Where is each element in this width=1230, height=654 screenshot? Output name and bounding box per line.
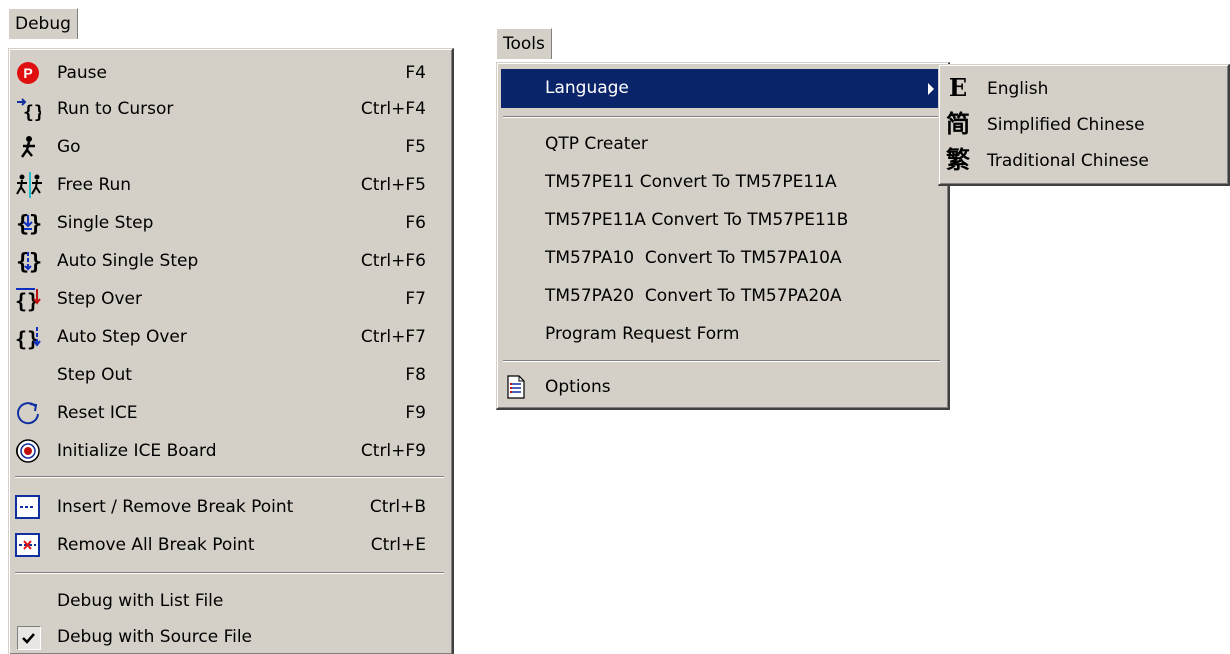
- debug-menu: P Pause F4 {} Run to Cursor Ctrl+F4 Go F…: [8, 48, 454, 654]
- menu-item-english[interactable]: E English: [943, 71, 1222, 107]
- menu-item-reset-ice[interactable]: Reset ICE F9: [13, 396, 446, 430]
- menu-item-qtp-creater[interactable]: QTP Creater: [501, 125, 942, 164]
- menu-separator: [15, 572, 444, 574]
- menu-item-traditional-chinese[interactable]: 繁 Traditional Chinese: [943, 143, 1222, 179]
- menu-item-convert-pe11a-pe11b[interactable]: TM57PE11A Convert To TM57PE11B: [501, 201, 942, 240]
- single-step-icon: {}: [15, 210, 42, 237]
- menu-separator: [503, 360, 940, 362]
- initialize-board-icon: [15, 438, 41, 464]
- shortcut-label: Ctrl+F5: [360, 175, 426, 195]
- shortcut-label: Ctrl+F7: [360, 327, 426, 347]
- auto-step-over-icon: {}: [15, 324, 41, 351]
- simplified-chinese-icon: 简: [945, 111, 971, 137]
- svg-text:{}: {}: [23, 102, 41, 122]
- menu-item-label: Debug with List File: [57, 591, 224, 611]
- menu-item-run-to-cursor[interactable]: {} Run to Cursor Ctrl+F4: [13, 92, 446, 126]
- menu-item-label: English: [987, 79, 1049, 99]
- menu-item-label: Step Out: [57, 365, 132, 385]
- menu-item-label: Reset ICE: [57, 403, 138, 423]
- menu-item-free-run[interactable]: Free Run Ctrl+F5: [13, 168, 446, 202]
- shortcut-label: Ctrl+F4: [360, 99, 426, 119]
- menu-item-label: TM57PE11A Convert To TM57PE11B: [545, 210, 849, 230]
- shortcut-label: F4: [405, 63, 426, 83]
- menu-item-label: Traditional Chinese: [987, 151, 1149, 171]
- menu-item-auto-step-over[interactable]: {} Auto Step Over Ctrl+F7: [13, 320, 446, 354]
- traditional-chinese-icon: 繁: [945, 147, 971, 173]
- shortcut-label: Ctrl+F6: [360, 251, 426, 271]
- menu-item-label: TM57PE11 Convert To TM57PE11A: [545, 172, 837, 192]
- menu-item-label: TM57PA10 Convert To TM57PA10A: [545, 248, 842, 268]
- menu-item-single-step[interactable]: {} Single Step F6: [13, 206, 446, 240]
- reset-icon: [15, 400, 41, 426]
- menu-item-label: Free Run: [57, 175, 132, 195]
- menu-item-simplified-chinese[interactable]: 简 Simplified Chinese: [943, 107, 1222, 143]
- tools-menu: Language QTP Creater TM57PE11 Convert To…: [496, 62, 950, 410]
- menu-item-step-out[interactable]: Step Out F8: [13, 358, 446, 392]
- menu-item-label: QTP Creater: [545, 134, 648, 154]
- menu-item-pause[interactable]: P Pause F4: [13, 56, 446, 90]
- shortcut-label: Ctrl+E: [370, 535, 426, 555]
- run-to-cursor-icon: {}: [15, 96, 45, 123]
- remove-breakpoints-icon: [15, 532, 41, 558]
- menu-item-go[interactable]: Go F5: [13, 130, 446, 164]
- menu-item-convert-pe11-pe11a[interactable]: TM57PE11 Convert To TM57PE11A: [501, 163, 942, 202]
- menu-item-label: Auto Step Over: [57, 327, 187, 347]
- menu-item-debug-with-list-file[interactable]: Debug with List File: [13, 584, 446, 618]
- svg-text:}: }: [29, 250, 41, 274]
- menu-item-label: Program Request Form: [545, 324, 740, 344]
- menu-item-label: Insert / Remove Break Point: [57, 497, 294, 517]
- options-icon: [505, 375, 531, 401]
- menu-item-debug-with-source-file[interactable]: Debug with Source File: [13, 620, 446, 654]
- menu-item-label: Go: [57, 137, 81, 157]
- traditional-chinese-glyph: 繁: [946, 145, 970, 174]
- menu-item-label: Step Over: [57, 289, 142, 309]
- menu-item-language[interactable]: Language: [501, 69, 944, 108]
- menu-item-label: Single Step: [57, 213, 154, 233]
- shortcut-label: F7: [405, 289, 426, 309]
- menu-item-label: Options: [545, 377, 611, 397]
- menu-item-program-request-form[interactable]: Program Request Form: [501, 315, 942, 354]
- auto-single-step-icon: {}: [15, 248, 42, 275]
- shortcut-label: Ctrl+B: [369, 497, 426, 517]
- menu-item-convert-pa10-pa10a[interactable]: TM57PA10 Convert To TM57PA10A: [501, 239, 942, 278]
- english-icon: E: [945, 75, 971, 101]
- menu-item-label: Run to Cursor: [57, 99, 174, 119]
- debug-menu-title[interactable]: Debug: [8, 8, 78, 39]
- menu-item-initialize-ice-board[interactable]: Initialize ICE Board Ctrl+F9: [13, 434, 446, 468]
- menu-item-label: Pause: [57, 63, 107, 83]
- language-submenu: E English 简 Simplified Chinese 繁 Traditi…: [938, 64, 1230, 186]
- step-over-icon: {}: [15, 286, 41, 313]
- shortcut-label: Ctrl+F9: [360, 441, 426, 461]
- pause-icon: P: [15, 60, 41, 86]
- menu-item-label: Language: [545, 78, 629, 98]
- free-run-icon: [15, 172, 42, 198]
- submenu-arrow-icon: [928, 83, 934, 95]
- menu-item-label: Auto Single Step: [57, 251, 199, 271]
- menu-item-label: Debug with Source File: [57, 627, 253, 647]
- menu-item-options[interactable]: Options: [501, 368, 942, 407]
- simplified-chinese-glyph: 简: [946, 109, 970, 138]
- menu-item-label: Simplified Chinese: [987, 115, 1145, 135]
- menu-item-step-over[interactable]: {} Step Over F7: [13, 282, 446, 316]
- menu-item-label: Remove All Break Point: [57, 535, 255, 555]
- go-runner-icon: [15, 134, 41, 160]
- menu-separator: [15, 476, 444, 478]
- english-glyph: E: [948, 73, 968, 102]
- breakpoint-icon: [15, 494, 41, 520]
- shortcut-label: F9: [405, 403, 426, 423]
- tools-menu-title[interactable]: Tools: [496, 28, 552, 59]
- menu-item-convert-pa20-pa20a[interactable]: TM57PA20 Convert To TM57PA20A: [501, 277, 942, 316]
- menu-item-insert-remove-breakpoint[interactable]: Insert / Remove Break Point Ctrl+B: [13, 490, 446, 524]
- menu-separator: [503, 116, 940, 118]
- menu-item-auto-single-step[interactable]: {} Auto Single Step Ctrl+F6: [13, 244, 446, 278]
- menu-item-remove-all-breakpoints[interactable]: Remove All Break Point Ctrl+E: [13, 528, 446, 562]
- svg-text:P: P: [23, 65, 32, 81]
- menu-item-label: Initialize ICE Board: [57, 441, 217, 461]
- shortcut-label: F5: [405, 137, 426, 157]
- svg-text:{}: {}: [15, 327, 39, 350]
- shortcut-label: F8: [405, 365, 426, 385]
- menu-item-label: TM57PA20 Convert To TM57PA20A: [545, 286, 842, 306]
- checkmark-icon: [17, 626, 41, 650]
- shortcut-label: F6: [405, 213, 426, 233]
